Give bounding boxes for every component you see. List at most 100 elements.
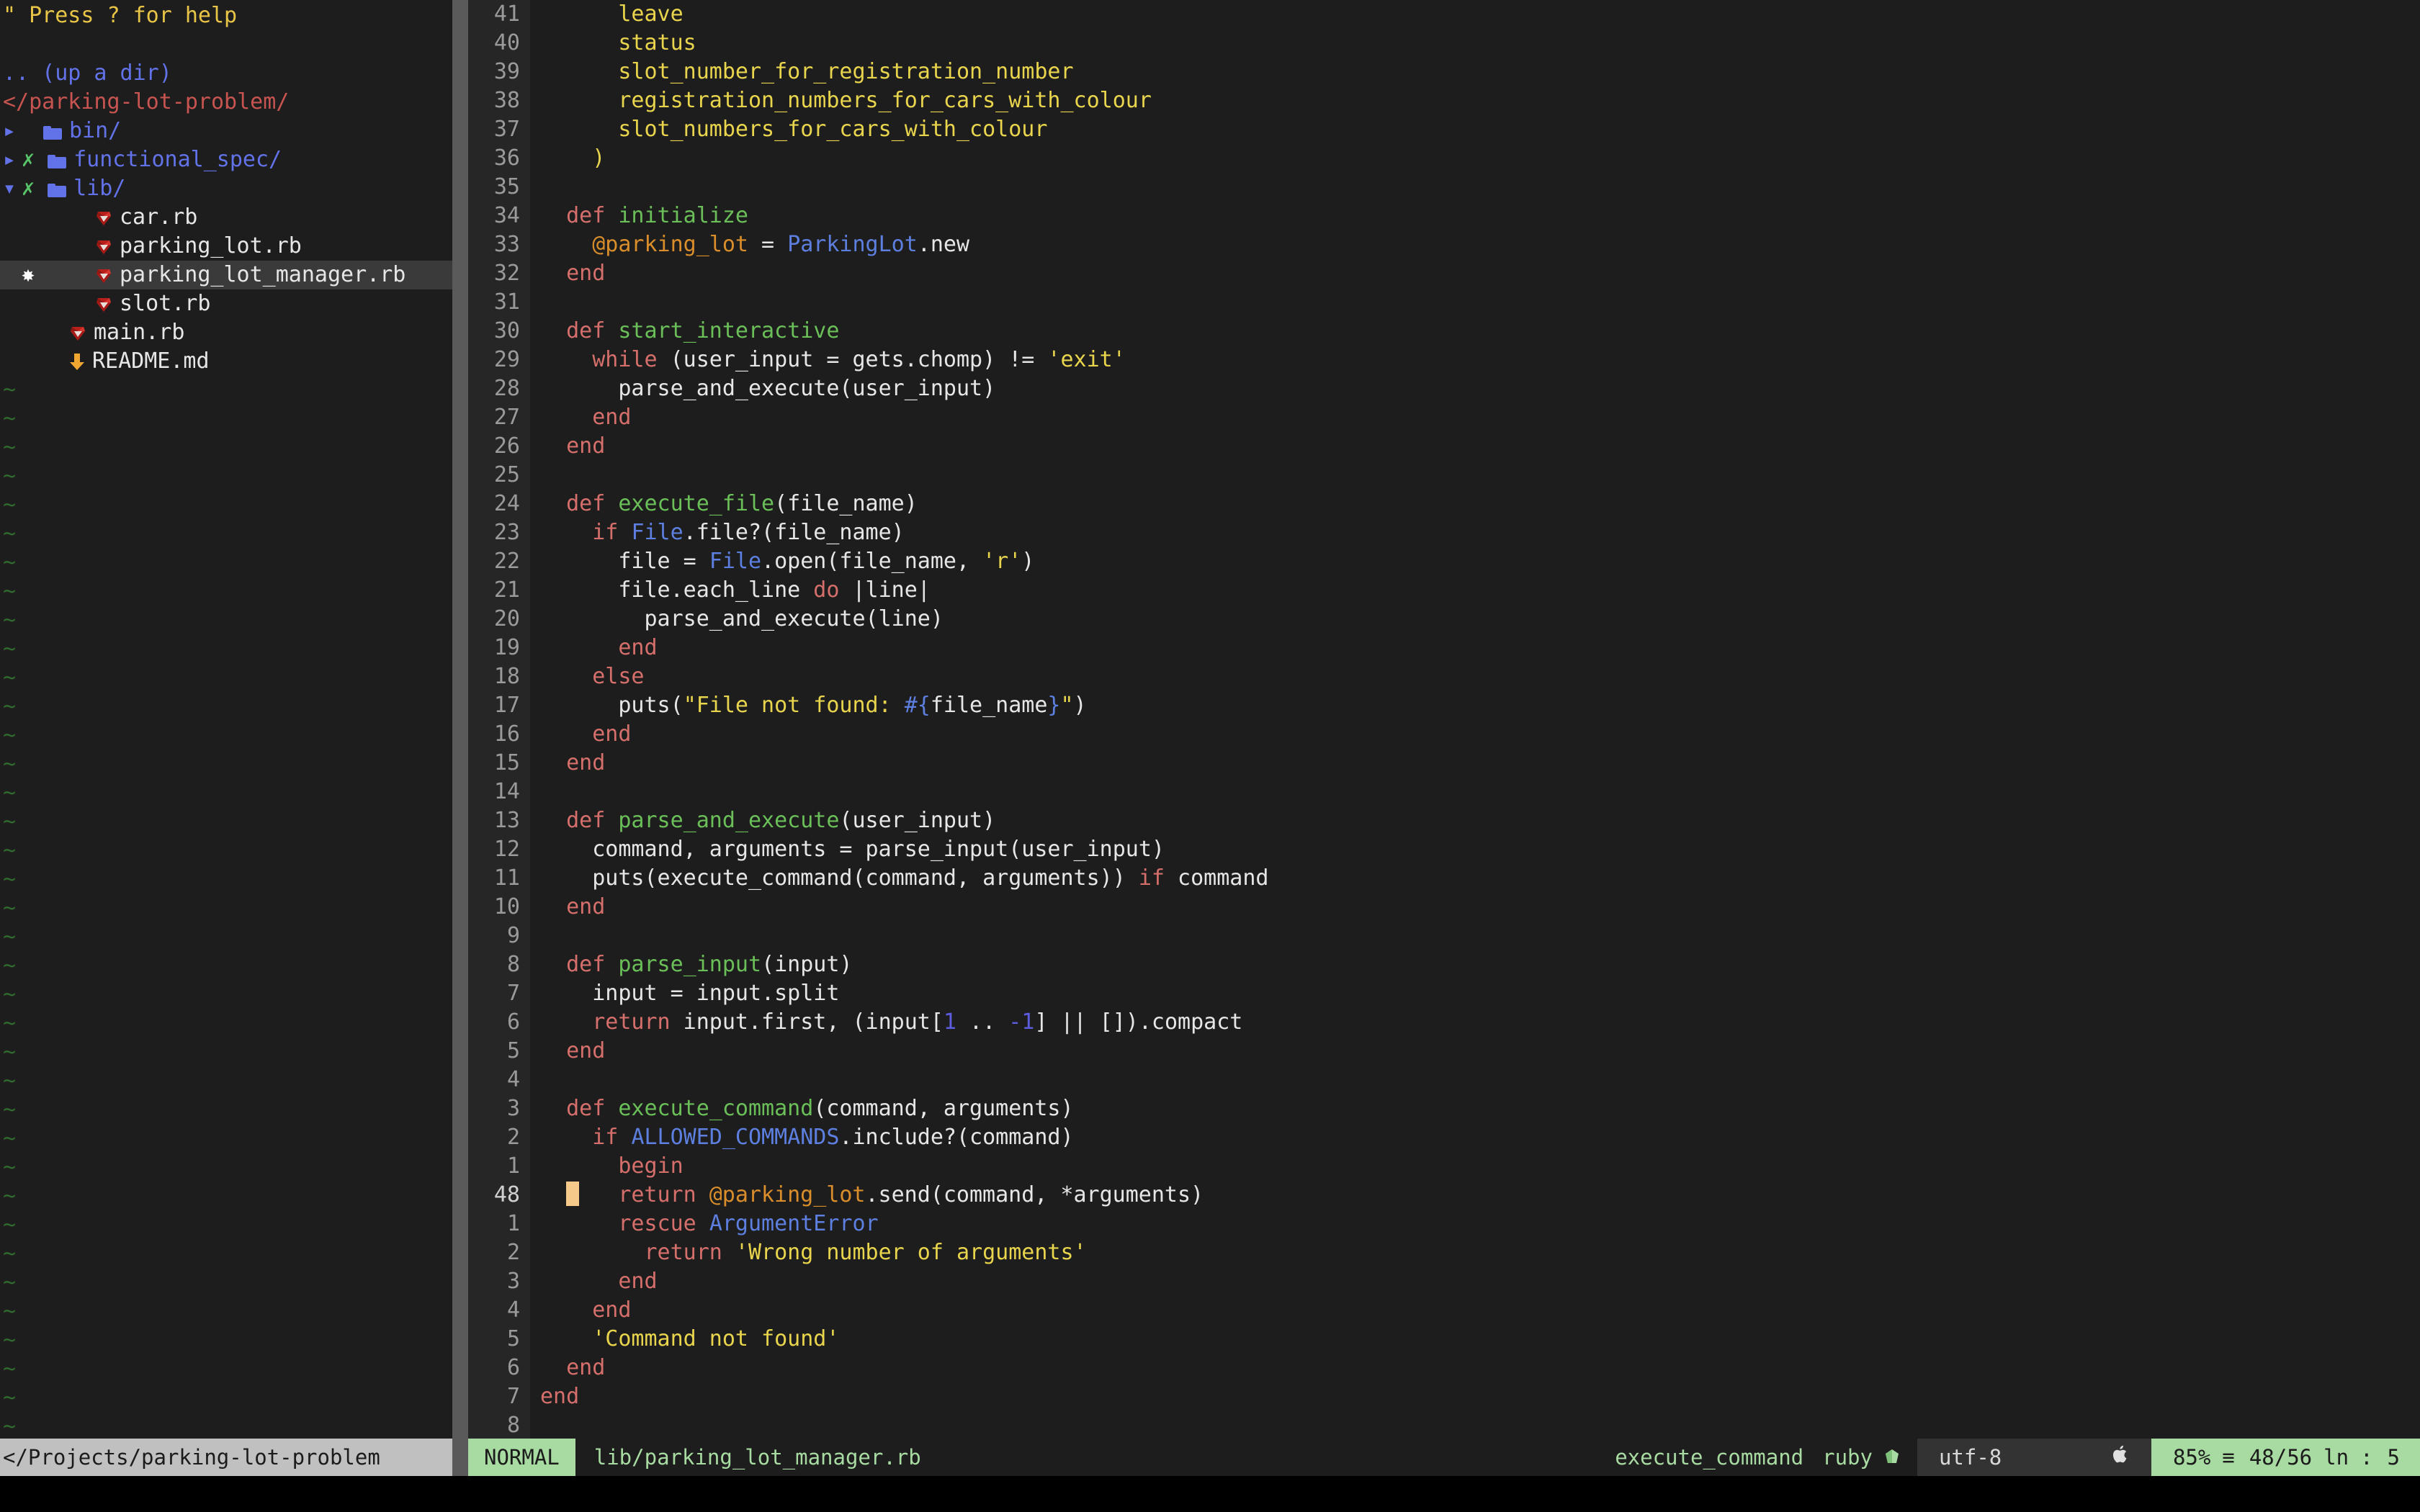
code-line[interactable]: 41 leave xyxy=(468,0,2420,29)
line-number: 30 xyxy=(468,317,530,346)
code-token: if xyxy=(592,520,619,545)
tree-item-slotrb[interactable]: slot.rb xyxy=(0,289,452,318)
line-number: 21 xyxy=(468,576,530,605)
code-line[interactable]: 32 end xyxy=(468,259,2420,288)
code-line[interactable]: 12 command, arguments = parse_input(user… xyxy=(468,835,2420,864)
code-line[interactable]: 11 puts(execute_command(command, argumen… xyxy=(468,864,2420,893)
code-line-text: rescue ArgumentError xyxy=(530,1210,2420,1238)
code-line[interactable]: 1 begin xyxy=(468,1152,2420,1181)
code-line[interactable]: 17 puts("File not found: #{file_name}") xyxy=(468,691,2420,720)
code-line[interactable]: 39 slot_number_for_registration_number xyxy=(468,58,2420,86)
code-line[interactable]: 30 def start_interactive xyxy=(468,317,2420,346)
chevron-placeholder xyxy=(3,318,22,347)
code-line[interactable]: 38 registration_numbers_for_cars_with_co… xyxy=(468,86,2420,115)
folder-icon xyxy=(48,184,67,197)
ruby-file-icon xyxy=(69,320,86,341)
code-token: def xyxy=(566,1096,606,1121)
code-line[interactable]: 8 def parse_input(input) xyxy=(468,950,2420,979)
code-line[interactable]: 20 parse_and_execute(line) xyxy=(468,605,2420,634)
code-line-text: def execute_command(command, arguments) xyxy=(530,1094,2420,1123)
code-line[interactable]: 4 end xyxy=(468,1296,2420,1325)
code-line[interactable]: 28 parse_and_execute(user_input) xyxy=(468,374,2420,403)
line-number: 1 xyxy=(468,1152,530,1181)
tree-item-functional_spec[interactable]: ▸ ✗ functional_spec/ xyxy=(0,145,452,174)
code-line[interactable]: 16 end xyxy=(468,720,2420,749)
code-line[interactable]: 19 end xyxy=(468,634,2420,662)
tilde-row: ~ xyxy=(3,924,17,950)
tree-item-list: ▸ bin/▸ ✗ functional_spec/▾ ✗ lib/ car.rb … xyxy=(0,117,452,376)
code-token: end xyxy=(618,1269,658,1294)
code-token: #{ xyxy=(904,693,931,718)
tilde-row: ~ xyxy=(3,896,17,921)
code-line[interactable]: 6 return input.first, (input[1 .. -1] ||… xyxy=(468,1008,2420,1037)
code-editor-buffer[interactable]: 41 leave 40 status 39 slot_number_for_regi… xyxy=(468,0,2420,1439)
buffer-open-icon: ✸ xyxy=(22,262,35,287)
code-line[interactable]: 48 return @parking_lot.send(command, *ar… xyxy=(468,1181,2420,1210)
tree-item-parking_lot_managerrb[interactable]: ✸ parking_lot_manager.rb xyxy=(0,261,452,289)
code-line-text: end xyxy=(530,1037,2420,1066)
chevron-down-icon[interactable]: ▾ xyxy=(3,174,22,203)
code-line[interactable]: 5 end xyxy=(468,1037,2420,1066)
code-line[interactable]: 13 def parse_and_execute(user_input) xyxy=(468,806,2420,835)
code-line-text: @parking_lot = ParkingLot.new xyxy=(530,230,2420,259)
tree-up-a-dir[interactable]: .. (up a dir) xyxy=(0,59,452,88)
code-line[interactable]: 26 end xyxy=(468,432,2420,461)
code-token: end xyxy=(566,1355,606,1380)
code-line[interactable]: 2 return 'Wrong number of arguments' xyxy=(468,1238,2420,1267)
window-split-bar[interactable] xyxy=(452,0,468,1439)
code-token: return xyxy=(618,1182,696,1207)
code-line[interactable]: 7 input = input.split xyxy=(468,979,2420,1008)
code-line[interactable]: 2 if ALLOWED_COMMANDS.include?(command) xyxy=(468,1123,2420,1152)
code-token: end xyxy=(566,750,606,775)
tree-item-lib[interactable]: ▾ ✗ lib/ xyxy=(0,174,452,203)
code-line[interactable]: 22 file = File.open(file_name, 'r') xyxy=(468,547,2420,576)
code-line[interactable]: 36 ) xyxy=(468,144,2420,173)
code-token: puts(execute_command(command, arguments)… xyxy=(540,865,1139,891)
code-line[interactable]: 9 xyxy=(468,922,2420,950)
tree-item-bin[interactable]: ▸ bin/ xyxy=(0,117,452,145)
tilde-row: ~ xyxy=(3,521,17,546)
code-line[interactable]: 25 xyxy=(468,461,2420,490)
line-number: 13 xyxy=(468,806,530,835)
code-token: .open(file_name, xyxy=(761,549,983,574)
code-line[interactable]: 3 end xyxy=(468,1267,2420,1296)
code-line[interactable]: 7 end xyxy=(468,1382,2420,1411)
code-token: def xyxy=(566,491,606,516)
code-line[interactable]: 34 def initialize xyxy=(468,202,2420,230)
tree-item-parking_lotrb[interactable]: parking_lot.rb xyxy=(0,232,452,261)
code-line[interactable]: 37 slot_numbers_for_cars_with_colour xyxy=(468,115,2420,144)
code-line-text: def start_interactive xyxy=(530,317,2420,346)
file-tree-sidebar[interactable]: " Press ? for help .. (up a dir) </parki… xyxy=(0,0,452,1439)
code-line[interactable]: 33 @parking_lot = ParkingLot.new xyxy=(468,230,2420,259)
code-token: " xyxy=(1060,693,1074,718)
code-line[interactable]: 4 xyxy=(468,1066,2420,1094)
tree-item-readmemd[interactable]: README.md xyxy=(0,347,452,376)
code-line[interactable]: 14 xyxy=(468,778,2420,806)
code-line[interactable]: 1 rescue ArgumentError xyxy=(468,1210,2420,1238)
code-token: ) xyxy=(592,145,606,171)
tree-item-mainrb[interactable]: main.rb xyxy=(0,318,452,347)
code-line[interactable]: 5 'Command not found' xyxy=(468,1325,2420,1354)
chevron-right-icon[interactable]: ▸ xyxy=(3,117,22,145)
code-line[interactable]: 27 end xyxy=(468,403,2420,432)
code-line[interactable]: 6 end xyxy=(468,1354,2420,1382)
tree-item-carrb[interactable]: car.rb xyxy=(0,203,452,232)
code-line[interactable]: 10 end xyxy=(468,893,2420,922)
code-line[interactable]: 35 xyxy=(468,173,2420,202)
code-line[interactable]: 24 def execute_file(file_name) xyxy=(468,490,2420,518)
code-line[interactable]: 31 xyxy=(468,288,2420,317)
tilde-row: ~ xyxy=(3,1040,17,1065)
code-line[interactable]: 18 else xyxy=(468,662,2420,691)
code-line[interactable]: 23 if File.file?(file_name) xyxy=(468,518,2420,547)
code-token: execute_command xyxy=(618,1096,814,1121)
code-line[interactable]: 40 status xyxy=(468,29,2420,58)
code-line[interactable]: 21 file.each_line do |line| xyxy=(468,576,2420,605)
code-line[interactable]: 15 end xyxy=(468,749,2420,778)
chevron-right-icon[interactable]: ▸ xyxy=(3,145,22,174)
tree-root-label[interactable]: </parking-lot-problem/ xyxy=(0,88,452,117)
status-line-of-total: 48/56 xyxy=(2249,1445,2313,1470)
code-line[interactable]: 29 while (user_input = gets.chomp) != 'e… xyxy=(468,346,2420,374)
code-line[interactable]: 3 def execute_command(command, arguments… xyxy=(468,1094,2420,1123)
